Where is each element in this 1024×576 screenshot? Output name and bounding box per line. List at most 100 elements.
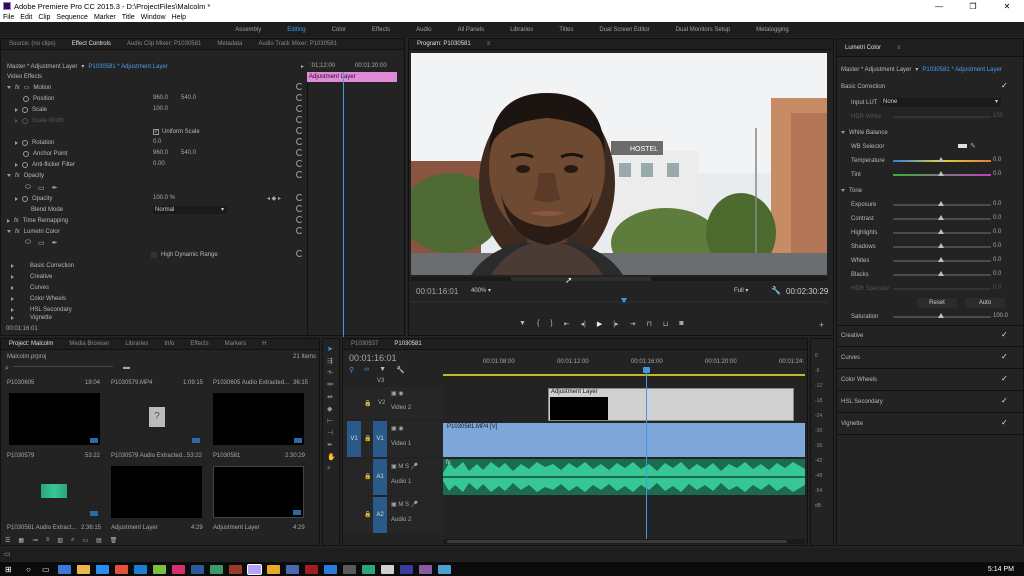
program-video-frame[interactable]: HOSTEL (411, 53, 827, 275)
creative-checkbox[interactable]: ✓ (1001, 330, 1008, 339)
hsl-secondary-heading[interactable]: HSL Secondary (841, 396, 883, 407)
menu-title[interactable]: Title (122, 14, 135, 21)
hsl-secondary-checkbox[interactable]: ✓ (1001, 396, 1008, 405)
creative-heading[interactable]: Creative (841, 330, 863, 341)
taskbar-clock[interactable]: 5:14 PM (988, 566, 1014, 573)
app-icon[interactable] (438, 564, 451, 574)
scale-value[interactable]: 100.0 (153, 106, 168, 112)
reset-icon[interactable] (296, 116, 303, 123)
track-id[interactable]: V2 (376, 399, 387, 407)
app-icon[interactable] (381, 564, 394, 574)
track-id[interactable]: V1 (373, 421, 387, 457)
contrast-knob[interactable] (938, 215, 944, 220)
ec-playhead[interactable] (343, 72, 344, 337)
timeline-scrollbar[interactable] (443, 539, 805, 544)
position-y-value[interactable]: 540.0 (181, 95, 196, 101)
reset-icon[interactable] (296, 105, 303, 112)
pen-mask-icon[interactable]: ✒ (52, 239, 58, 247)
reset-icon[interactable] (296, 227, 303, 234)
sort-icon[interactable]: ≡ (46, 537, 50, 544)
input-lut-dropdown[interactable]: None ▾ (881, 98, 1001, 107)
shadows-value[interactable]: 0.0 (993, 243, 1001, 249)
edge-icon[interactable] (58, 564, 71, 574)
exposure-value[interactable]: 0.0 (993, 201, 1001, 207)
track-id[interactable]: V3 (377, 378, 384, 384)
uniform-scale-checkbox[interactable]: ✓ (153, 128, 159, 135)
panel-menu-icon[interactable]: ≡ (479, 41, 499, 47)
tab-markers[interactable]: Markers (217, 341, 255, 347)
stopwatch-icon[interactable] (22, 161, 28, 168)
lock-icon[interactable]: 🔒 (364, 400, 371, 407)
play-button[interactable]: ▶ (597, 320, 602, 328)
app-icon[interactable] (362, 564, 375, 574)
reset-icon[interactable] (296, 160, 303, 167)
list-view-icon[interactable]: ☰ (5, 537, 10, 544)
workspace-editing[interactable]: Editing (274, 27, 318, 33)
item-thumbnail[interactable] (111, 466, 202, 518)
tab-effects[interactable]: Effects (182, 341, 216, 347)
hdr-checkbox[interactable] (151, 251, 157, 258)
blacks-knob[interactable] (938, 271, 944, 276)
temperature-value[interactable]: 0.0 (993, 157, 1001, 163)
tab-sequence-p1030537[interactable]: P1030537 (343, 341, 386, 347)
store-icon[interactable] (96, 564, 109, 574)
whites-value[interactable]: 0.0 (993, 257, 1001, 263)
position-x-value[interactable]: 960.0 (153, 95, 168, 101)
menu-edit[interactable]: Edit (20, 14, 32, 21)
tone-heading[interactable]: Tone (841, 185, 862, 196)
lock-icon[interactable]: 🔒 (364, 473, 371, 480)
workspace-metalogging[interactable]: Metalogging (743, 27, 802, 33)
tab-program[interactable]: Program: P1030581 (409, 41, 479, 47)
snap-icon[interactable]: ⚲ (349, 366, 354, 374)
tab-libraries[interactable]: Libraries (117, 341, 156, 347)
reset-icon[interactable] (296, 83, 303, 90)
basic-correction-heading[interactable]: Basic Correction (841, 81, 885, 92)
curves-checkbox[interactable]: ✓ (1001, 352, 1008, 361)
time-remap-row[interactable]: fx Time Remapping (7, 215, 68, 226)
lumetri-clip-label[interactable]: P1030581 * Adjustment Layer (922, 67, 1001, 73)
add-button-icon[interactable]: + (819, 320, 824, 330)
work-area-bar[interactable] (443, 374, 805, 376)
reset-icon[interactable] (296, 216, 303, 223)
reset-button[interactable]: Reset (917, 298, 957, 308)
motion-row[interactable]: fx ▭ Motion (7, 82, 51, 93)
program-scrub-bar[interactable] (411, 277, 827, 281)
tab-lumetri-color[interactable]: Lumetri Color (837, 45, 889, 51)
rectangle-mask-icon[interactable]: ▭ (38, 184, 45, 192)
track-id[interactable]: A2 (373, 497, 387, 533)
menu-marker[interactable]: Marker (94, 14, 116, 21)
track-id[interactable]: A1 (373, 459, 387, 495)
tab-info[interactable]: Info (156, 341, 182, 347)
tint-value[interactable]: 0.0 (993, 171, 1001, 177)
ellipse-mask-icon[interactable]: ⬭ (25, 184, 31, 192)
highlights-knob[interactable] (938, 229, 944, 234)
linked-selection-icon[interactable]: ∞ (364, 366, 369, 374)
app-icon[interactable] (343, 564, 356, 574)
add-marker-icon[interactable]: ▼ (379, 366, 386, 374)
item-thumbnail[interactable] (213, 466, 304, 518)
menu-window[interactable]: Window (141, 14, 166, 21)
workspace-dual-screen[interactable]: Dual Screen Editor (586, 27, 662, 33)
curves-heading[interactable]: Curves (841, 352, 860, 363)
opacity-group-row[interactable]: fx Opacity (7, 170, 44, 181)
minimize-button[interactable]: — (922, 0, 956, 12)
playhead-handle[interactable] (643, 367, 650, 373)
rate-stretch-tool-icon[interactable]: ⇹ (327, 393, 336, 401)
lock-icon[interactable]: 🔒 (364, 511, 371, 518)
lock-icon[interactable]: 🔒 (364, 435, 371, 442)
automate-icon[interactable]: ▥ (57, 537, 63, 544)
step-forward-icon[interactable]: |▸ (613, 320, 618, 328)
item-thumbnail[interactable] (9, 393, 100, 445)
zoom-dropdown[interactable]: 400% ▾ (471, 287, 491, 294)
app-icon[interactable] (286, 564, 299, 574)
workspace-assembly[interactable]: Assembly (222, 27, 274, 33)
quality-dropdown[interactable]: Full ▾ (734, 287, 748, 294)
close-button[interactable]: ✕ (990, 0, 1024, 12)
find-icon[interactable]: ⌕ (71, 537, 74, 544)
rolling-edit-tool-icon[interactable]: ⟚ (327, 381, 336, 389)
anchor-y-value[interactable]: 540.0 (181, 150, 196, 156)
item-thumbnail[interactable] (213, 393, 304, 445)
menu-help[interactable]: Help (172, 14, 186, 21)
opacity-value[interactable]: 100.0 % (153, 195, 175, 201)
vignette-heading[interactable]: Vignette (841, 418, 863, 429)
